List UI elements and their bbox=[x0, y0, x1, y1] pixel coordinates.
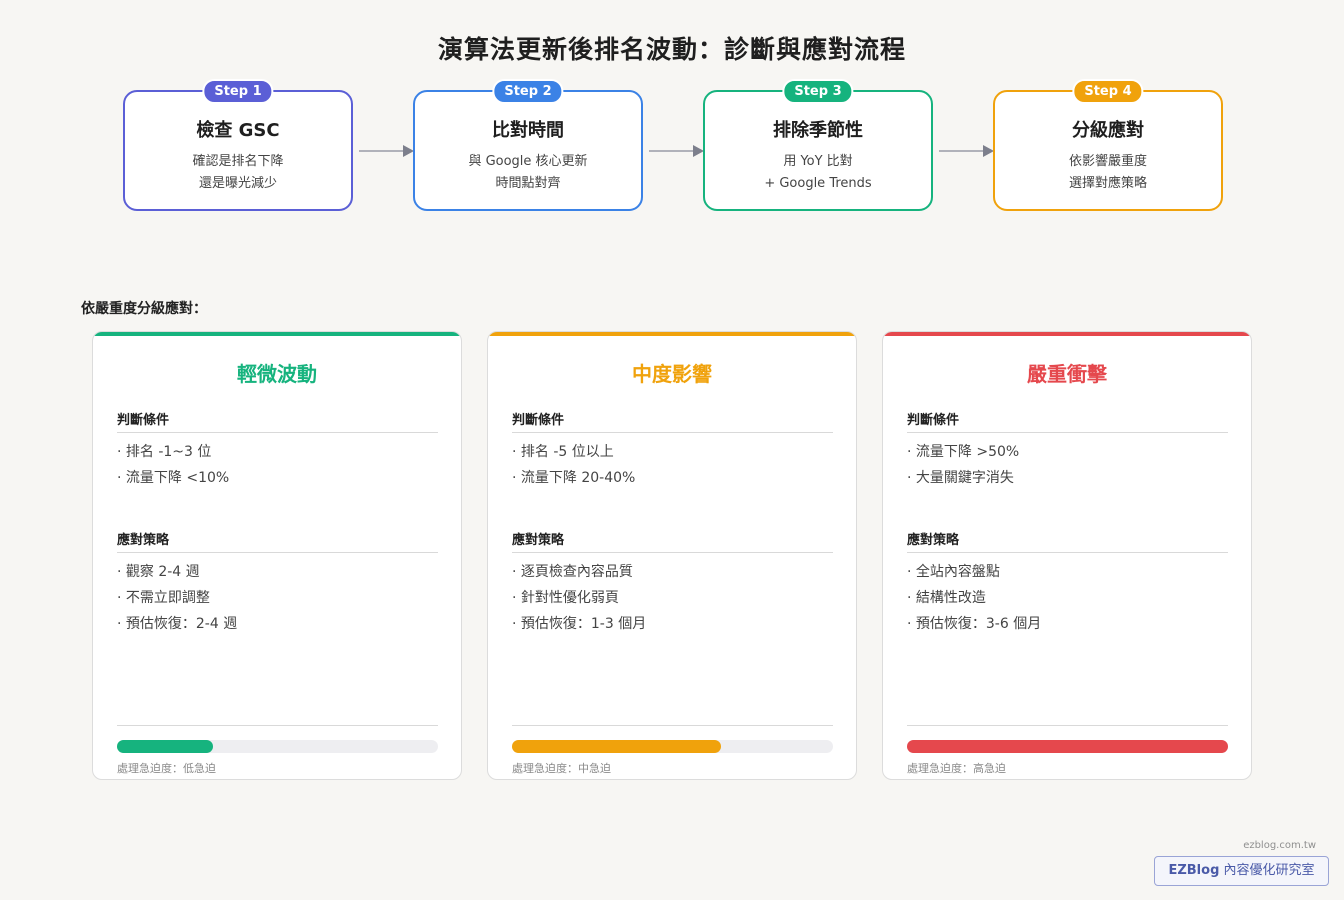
urgency-bar-fill bbox=[907, 740, 1228, 753]
card-accent-bar bbox=[488, 332, 856, 336]
step-badge: Step 4 bbox=[1072, 79, 1144, 104]
severity-card-moderate: 中度影響 判斷條件 · 排名 -5 位以上 · 流量下降 20-40% 應對策略… bbox=[487, 331, 857, 780]
arrow-right-icon bbox=[939, 145, 994, 157]
brand-name: EZBlog bbox=[1168, 863, 1220, 878]
conditions-list: · 排名 -1~3 位 · 流量下降 <10% bbox=[117, 439, 438, 491]
urgency-label: 處理急迫度：高急迫 bbox=[907, 762, 1006, 775]
urgency-bar bbox=[117, 740, 438, 753]
site-url: ezblog.com.tw bbox=[1243, 840, 1316, 851]
list-item: · 大量關鍵字消失 bbox=[907, 470, 1014, 486]
divider bbox=[512, 725, 833, 726]
step-title: 檢查 GSC bbox=[196, 120, 280, 141]
step-card-2: Step 2 比對時間 與 Google 核心更新 時間點對齊 bbox=[413, 79, 643, 211]
step-card-3: Step 3 排除季節性 用 YoY 比對 + Google Trends bbox=[703, 79, 933, 211]
strategy-list: · 觀察 2-4 週 · 不需立即調整 · 預估恢復：2-4 週 bbox=[117, 559, 438, 637]
step-desc-line: 時間點對齊 bbox=[495, 176, 561, 191]
list-item: · 預估恢復：2-4 週 bbox=[117, 616, 238, 632]
strategy-list: · 逐頁檢查內容品質 · 針對性優化弱頁 · 預估恢復：1-3 個月 bbox=[512, 559, 833, 637]
strategy-heading: 應對策略 bbox=[512, 529, 833, 553]
card-accent-bar bbox=[883, 332, 1251, 336]
urgency-bar-fill bbox=[512, 740, 721, 753]
card-title: 嚴重衝擊 bbox=[1027, 362, 1107, 386]
list-item: · 流量下降 20-40% bbox=[512, 470, 636, 486]
list-item: · 排名 -1~3 位 bbox=[117, 444, 212, 460]
brand-subtitle: 內容優化研究室 bbox=[1219, 863, 1315, 878]
conditions-list: · 流量下降 >50% · 大量關鍵字消失 bbox=[907, 439, 1228, 491]
strategy-heading: 應對策略 bbox=[907, 529, 1228, 553]
divider bbox=[907, 725, 1228, 726]
step-title: 比對時間 bbox=[492, 120, 564, 141]
card-title: 輕微波動 bbox=[237, 362, 317, 386]
urgency-bar bbox=[907, 740, 1228, 753]
step-desc-line: + Google Trends bbox=[764, 176, 872, 191]
step-desc-line: 選擇對應策略 bbox=[1068, 176, 1147, 191]
conditions-heading: 判斷條件 bbox=[512, 409, 833, 433]
urgency-bar bbox=[512, 740, 833, 753]
urgency-bar-fill bbox=[117, 740, 214, 753]
divider bbox=[117, 725, 438, 726]
flow-steps: Step 1 檢查 GSC 確認是排名下降 還是曝光減少 Step 2 比對時間… bbox=[0, 0, 1344, 230]
strategy-heading: 應對策略 bbox=[117, 529, 438, 553]
list-item: · 針對性優化弱頁 bbox=[512, 590, 619, 606]
step-desc-line: 確認是排名下降 bbox=[192, 154, 284, 169]
list-item: · 流量下降 >50% bbox=[907, 444, 1020, 460]
arrow-right-icon bbox=[649, 145, 704, 157]
step-desc-line: 用 YoY 比對 bbox=[783, 154, 853, 169]
list-item: · 逐頁檢查內容品質 bbox=[512, 564, 633, 580]
conditions-list: · 排名 -5 位以上 · 流量下降 20-40% bbox=[512, 439, 833, 491]
brand-badge: EZBlog 內容優化研究室 bbox=[1154, 856, 1329, 886]
conditions-heading: 判斷條件 bbox=[907, 409, 1228, 433]
urgency-label: 處理急迫度：低急迫 bbox=[117, 762, 216, 775]
step-desc-line: 還是曝光減少 bbox=[198, 176, 277, 191]
step-desc-line: 與 Google 核心更新 bbox=[468, 154, 588, 169]
step-title: 分級應對 bbox=[1072, 120, 1144, 141]
strategy-list: · 全站內容盤點 · 結構性改造 · 預估恢復：3-6 個月 bbox=[907, 559, 1228, 637]
list-item: · 觀察 2-4 週 bbox=[117, 564, 200, 580]
list-item: · 預估恢復：1-3 個月 bbox=[512, 616, 647, 632]
step-card-1: Step 1 檢查 GSC 確認是排名下降 還是曝光減少 bbox=[123, 79, 353, 211]
step-badge: Step 2 bbox=[492, 79, 564, 104]
step-desc-line: 依影響嚴重度 bbox=[1068, 154, 1147, 169]
list-item: · 不需立即調整 bbox=[117, 590, 210, 606]
list-item: · 排名 -5 位以上 bbox=[512, 444, 614, 460]
step-card-4: Step 4 分級應對 依影響嚴重度 選擇對應策略 bbox=[993, 79, 1223, 211]
list-item: · 預估恢復：3-6 個月 bbox=[907, 616, 1042, 632]
section-label: 依嚴重度分級應對： bbox=[81, 301, 207, 317]
card-title: 中度影響 bbox=[632, 362, 712, 386]
step-title: 排除季節性 bbox=[773, 120, 863, 141]
step-badge: Step 1 bbox=[202, 79, 274, 104]
list-item: · 全站內容盤點 bbox=[907, 564, 1000, 580]
list-item: · 流量下降 <10% bbox=[117, 470, 230, 486]
step-badge: Step 3 bbox=[782, 79, 854, 104]
card-accent-bar bbox=[93, 332, 461, 336]
urgency-label: 處理急迫度：中急迫 bbox=[512, 762, 611, 775]
conditions-heading: 判斷條件 bbox=[117, 409, 438, 433]
list-item: · 結構性改造 bbox=[907, 590, 986, 606]
arrow-right-icon bbox=[359, 145, 414, 157]
severity-card-severe: 嚴重衝擊 判斷條件 · 流量下降 >50% · 大量關鍵字消失 應對策略 · 全… bbox=[882, 331, 1252, 780]
severity-card-mild: 輕微波動 判斷條件 · 排名 -1~3 位 · 流量下降 <10% 應對策略 ·… bbox=[92, 331, 462, 780]
